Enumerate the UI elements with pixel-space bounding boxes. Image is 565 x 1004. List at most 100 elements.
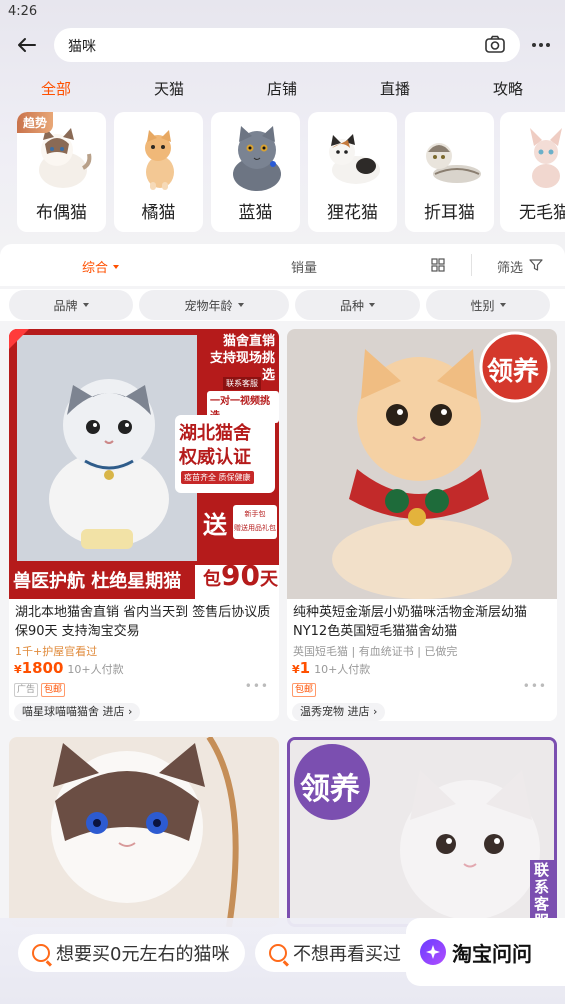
caret-down-icon bbox=[499, 303, 506, 307]
back-button[interactable] bbox=[14, 32, 40, 58]
tags: 广告 包邮 bbox=[14, 683, 66, 697]
filter-button[interactable]: 筛选 bbox=[497, 257, 523, 276]
store-link[interactable]: 喵星球喵喵猫舍 进店 › bbox=[14, 703, 141, 721]
wenwen-logo-icon bbox=[420, 939, 446, 965]
breed-label: 无毛猫 bbox=[519, 203, 565, 223]
chip-label: 性别 bbox=[470, 298, 495, 313]
product-image: 领养 联系客服 bbox=[290, 740, 554, 924]
suggestion-bar: 想要买0元左右的猫咪 不想再看买过 淘宝问问 bbox=[0, 918, 565, 1004]
cert-box: 湖北猫舍 权威认证 疫苗齐全 质保健康 bbox=[175, 415, 275, 493]
blue-cat-image bbox=[233, 126, 281, 191]
tags: 包邮 bbox=[292, 683, 317, 697]
sort-composite-label: 综合 bbox=[82, 261, 109, 276]
grid-view-icon[interactable] bbox=[431, 258, 445, 272]
product-subtitle: 1千+护屋官看过 bbox=[15, 645, 98, 658]
chip-pet-age[interactable]: 宠物年龄 bbox=[139, 290, 289, 320]
product-card[interactable]: 猫舍直销 支持现场挑选 联系客服 一对一视频挑选 湖北猫舍 权威认证 疫苗齐全 … bbox=[9, 329, 279, 721]
calico-cat-image bbox=[329, 134, 380, 184]
gift-text: 送 bbox=[203, 511, 227, 539]
more-icon[interactable]: ••• bbox=[245, 679, 269, 693]
product-image: 猫舍直销 支持现场挑选 联系客服 一对一视频挑选 湖北猫舍 权威认证 疫苗齐全 … bbox=[9, 329, 279, 599]
trend-badge: 趋势 bbox=[17, 112, 54, 133]
taobao-wenwen-button[interactable]: 淘宝问问 bbox=[406, 918, 565, 986]
breed-label: 狸花猫 bbox=[327, 203, 378, 223]
ad-tag: 广告 bbox=[14, 683, 39, 697]
divider bbox=[471, 254, 472, 276]
price-row: ¥1800 10+人付款 bbox=[14, 659, 124, 677]
cert-title: 湖北猫舍 bbox=[179, 423, 251, 444]
price-value: 1800 bbox=[21, 659, 64, 677]
chip-breed[interactable]: 品种 bbox=[295, 290, 420, 320]
caret-down-icon bbox=[82, 303, 89, 307]
breed-card-fold[interactable]: 折耳猫 bbox=[405, 112, 494, 232]
caret-down-icon bbox=[369, 303, 375, 307]
tab-live[interactable]: 直播 bbox=[380, 78, 410, 99]
chip-brand[interactable]: 品牌 bbox=[9, 290, 133, 320]
breed-label: 折耳猫 bbox=[424, 203, 475, 223]
breed-card-hairless[interactable]: 无毛猫 bbox=[500, 112, 565, 232]
chip-label: 宠物年龄 bbox=[184, 298, 233, 313]
price-row: ¥1 10+人付款 bbox=[292, 659, 370, 677]
dot-icon bbox=[539, 43, 543, 47]
orange-cat-image bbox=[145, 130, 174, 190]
breed-label: 布偶猫 bbox=[36, 203, 87, 223]
dot-icon bbox=[532, 43, 536, 47]
chip-gender[interactable]: 性别 bbox=[426, 290, 550, 320]
product-card[interactable]: 领养 联系客服 bbox=[287, 737, 557, 927]
price: ¥1 bbox=[292, 659, 311, 677]
filter-funnel-icon[interactable] bbox=[529, 258, 543, 272]
product-card[interactable] bbox=[9, 737, 279, 927]
banner-line: 猫舍直销 bbox=[222, 334, 275, 349]
price: ¥1800 bbox=[14, 659, 64, 677]
gift-pack-note: 赠送用品礼包 bbox=[234, 524, 276, 532]
breed-label: 橘猫 bbox=[141, 203, 176, 223]
search-input[interactable]: 猫咪 bbox=[54, 28, 520, 62]
store-link[interactable]: 温秀宠物 进店 › bbox=[292, 703, 386, 721]
breed-card-blue[interactable]: 蓝猫 bbox=[211, 112, 300, 232]
contact-label: 联系客服 bbox=[223, 377, 261, 390]
status-time: 4:26 bbox=[8, 4, 38, 19]
tab-tmall[interactable]: 天猫 bbox=[154, 78, 184, 99]
more-options-button[interactable] bbox=[529, 34, 553, 56]
product-image: 领养 bbox=[287, 329, 557, 599]
fold-cat-image bbox=[426, 143, 481, 183]
guarantee-days: 90 bbox=[221, 559, 260, 592]
product-title: 纯种英短金渐层小奶猫咪活物金渐层幼猫NY12色英国短毛猫猫舍幼猫 bbox=[293, 605, 528, 639]
breed-card-calico[interactable]: 狸花猫 bbox=[308, 112, 397, 232]
vaccine-note: 疫苗齐全 质保健康 bbox=[181, 471, 254, 484]
sold-count: 10+人付款 bbox=[314, 663, 371, 676]
product-title: 湖北本地猫舍直销 省内当天到 签售后协议质保90天 支持淘宝交易 bbox=[15, 605, 271, 639]
search-tabs: 全部 天猫 店铺 直播 攻略 bbox=[0, 78, 565, 102]
caret-down-icon bbox=[113, 264, 120, 269]
product-image-art bbox=[9, 737, 279, 927]
sort-composite[interactable]: 综合 bbox=[82, 257, 120, 276]
search-icon bbox=[32, 944, 50, 962]
breed-card-orange[interactable]: 橘猫 bbox=[114, 112, 203, 232]
chip-label: 品牌 bbox=[53, 298, 78, 313]
tab-guides[interactable]: 攻略 bbox=[493, 78, 523, 99]
hairless-cat-image bbox=[530, 128, 562, 188]
sort-sales[interactable]: 销量 bbox=[291, 257, 317, 276]
product-subtitle: 英国短毛猫 | 有血统证书 | 已做完 bbox=[293, 645, 458, 658]
more-icon[interactable]: ••• bbox=[523, 679, 547, 693]
wenwen-label: 淘宝问问 bbox=[452, 941, 532, 966]
tab-all[interactable]: 全部 bbox=[41, 78, 71, 99]
product-image bbox=[9, 737, 279, 927]
filter-chips: 品牌 宠物年龄 品种 性别 bbox=[0, 289, 565, 321]
back-arrow-icon bbox=[18, 38, 36, 52]
guarantee-unit: 天 bbox=[259, 569, 278, 590]
tab-shops[interactable]: 店铺 bbox=[267, 78, 297, 99]
suggestion-chip[interactable]: 想要买0元左右的猫咪 bbox=[18, 934, 245, 972]
dot-icon bbox=[546, 43, 550, 47]
sparkle-icon bbox=[426, 945, 440, 959]
bottom-slogan: 兽医护航 杜绝星期猫 bbox=[13, 571, 182, 592]
search-row: 猫咪 bbox=[0, 26, 565, 64]
camera-icon[interactable] bbox=[484, 34, 506, 56]
caret-down-icon bbox=[237, 303, 244, 307]
cert-subtitle: 权威认证 bbox=[179, 447, 251, 468]
gift-pack-title: 新手包 bbox=[244, 510, 266, 518]
adopt-label: 领养 bbox=[487, 357, 540, 387]
product-card[interactable]: 领养 纯种英短金渐层小奶猫咪活物金渐层幼猫NY12色英国短毛猫猫舍幼猫 英国短毛… bbox=[287, 329, 557, 721]
breed-card-ragdoll[interactable]: 趋势 布偶猫 bbox=[17, 112, 106, 232]
search-icon bbox=[269, 944, 287, 962]
